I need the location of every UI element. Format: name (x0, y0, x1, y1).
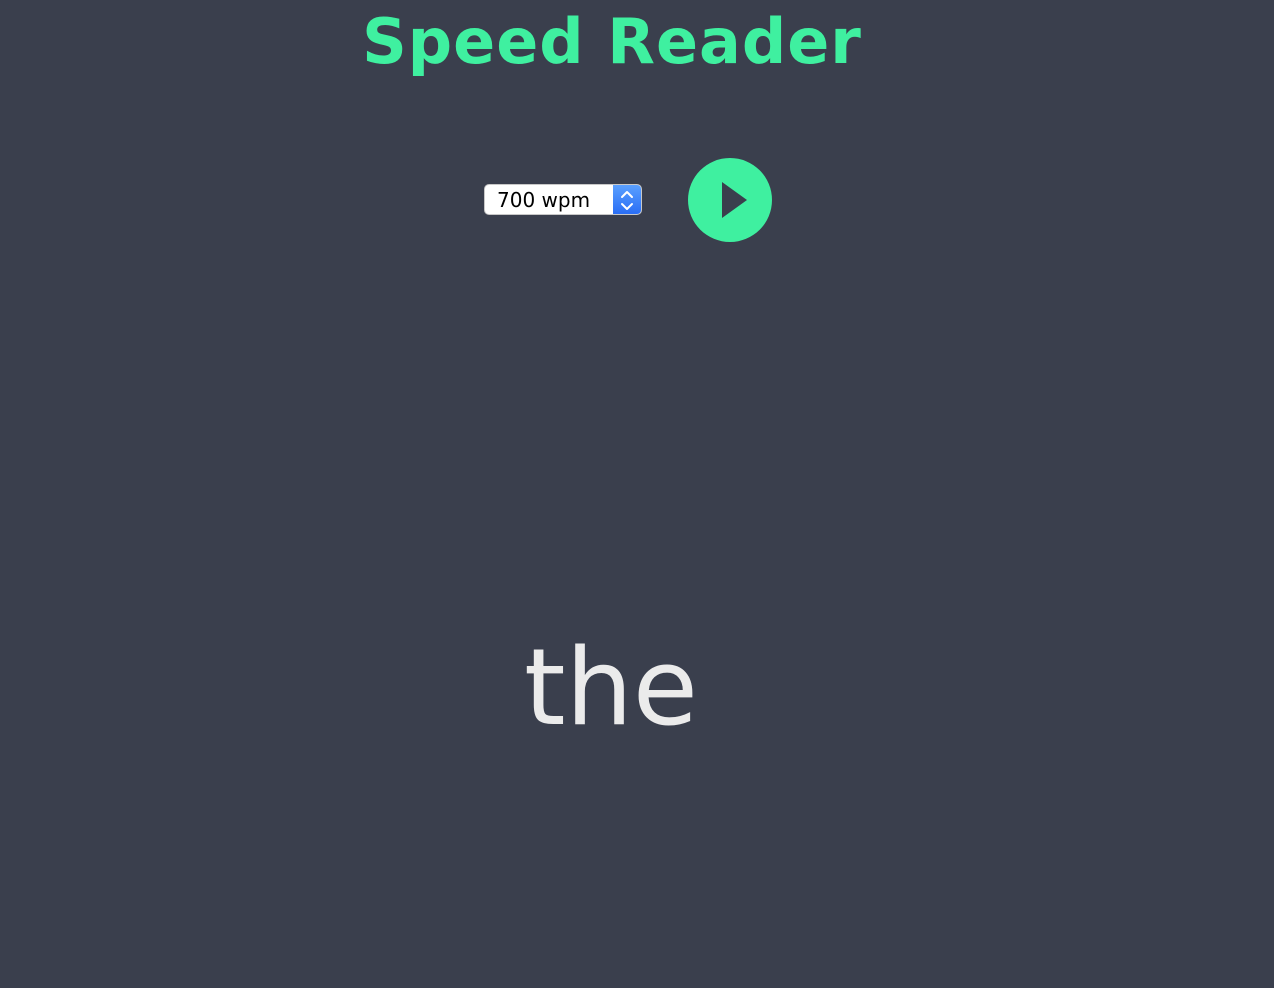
select-arrows-icon (613, 185, 641, 214)
speed-reader-page: Speed Reader 700 wpm the (0, 0, 1274, 988)
play-button[interactable] (688, 158, 772, 242)
page-title: Speed Reader (362, 5, 862, 78)
current-word: the (524, 626, 698, 749)
speed-select[interactable]: 700 wpm (484, 184, 642, 215)
play-icon (722, 182, 747, 218)
speed-select-value: 700 wpm (497, 188, 591, 212)
